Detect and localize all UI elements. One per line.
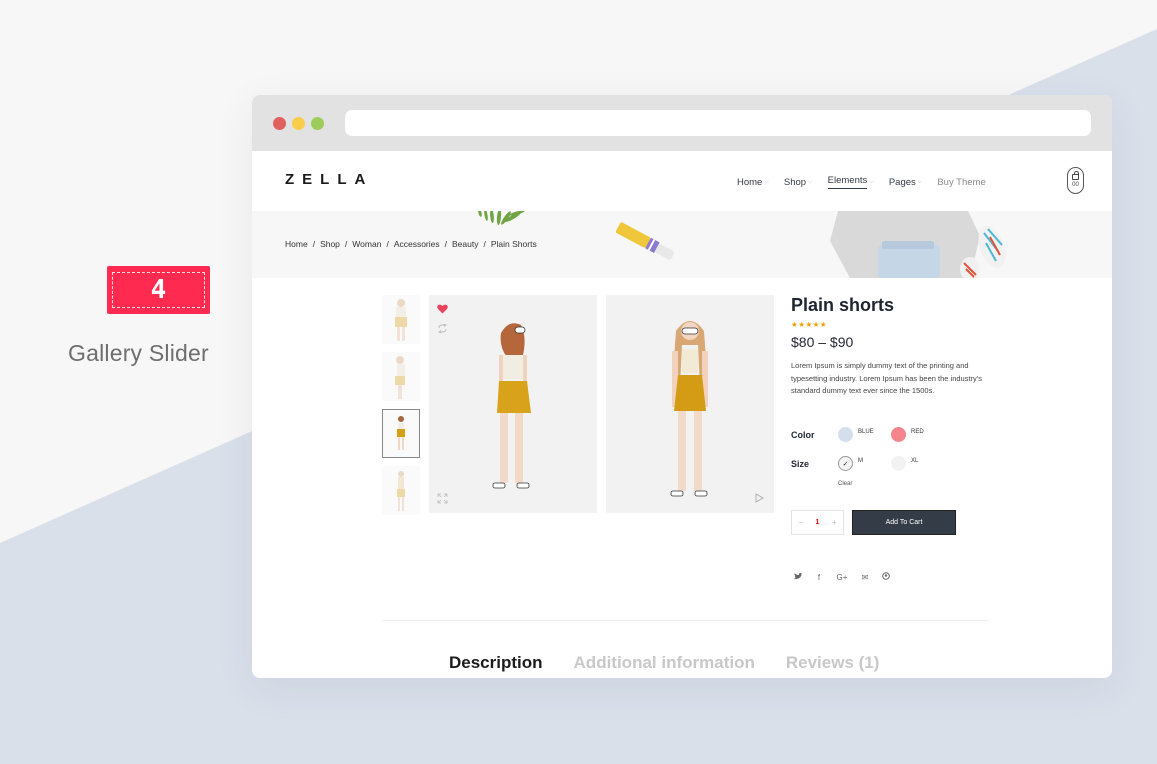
breadcrumb-current: Plain Shorts xyxy=(490,239,537,249)
nav-item-elements[interactable]: Elements ⌵ xyxy=(827,175,874,189)
quantity-input[interactable]: 1 xyxy=(816,519,820,526)
color-options: Color BLUE RED xyxy=(791,427,944,442)
site-header: ZELLA Home ⌵ Shop ⌵ Elements ⌵ Pages ⌵ Buy T… xyxy=(252,151,1112,211)
cart-count: 00 xyxy=(1072,181,1079,188)
model-front-photo xyxy=(670,321,708,497)
model-back-photo xyxy=(397,416,405,450)
heart-icon[interactable] xyxy=(437,304,448,314)
gallery-slide[interactable] xyxy=(429,295,597,513)
sneakers-decoration xyxy=(960,225,1006,278)
site-logo[interactable]: ZELLA xyxy=(285,171,373,188)
address-bar[interactable] xyxy=(345,110,1091,136)
product-price: $80 – $90 xyxy=(791,334,854,350)
tab-description[interactable]: Description xyxy=(449,653,543,673)
browser-window: ZELLA Home ⌵ Shop ⌵ Elements ⌵ Pages ⌵ Buy T… xyxy=(252,95,1112,678)
rating-stars: ★★★★★ xyxy=(791,320,828,329)
browser-chrome xyxy=(252,95,1112,151)
nav-item-buy-theme[interactable]: Buy Theme xyxy=(937,175,985,189)
cart-button[interactable]: 00 xyxy=(1067,167,1084,194)
google-plus-icon[interactable]: G+ xyxy=(835,573,849,582)
size-options: Size ✓ M XL xyxy=(791,456,944,471)
chevron-down-icon: ⌵ xyxy=(808,178,813,185)
breadcrumb-home[interactable]: Home xyxy=(285,239,308,249)
page-banner: Home / Shop / Woman / Accessories / Beauty / … xyxy=(252,211,1112,278)
feature-title: Gallery Slider xyxy=(68,340,209,366)
clear-selection-link[interactable]: Clear xyxy=(838,481,852,487)
color-label: Color xyxy=(791,429,815,440)
email-icon[interactable]: ✉ xyxy=(860,573,870,582)
nav-item-shop[interactable]: Shop ⌵ xyxy=(784,175,813,189)
color-swatch-blue[interactable] xyxy=(838,427,853,442)
close-window-dot[interactable] xyxy=(273,117,286,130)
twitter-icon[interactable] xyxy=(793,572,803,582)
gallery-slide[interactable] xyxy=(606,295,774,513)
compare-icon[interactable] xyxy=(437,324,448,333)
lipstick-tube-decoration xyxy=(615,222,675,260)
gallery-thumbnail[interactable] xyxy=(382,352,420,401)
tab-reviews[interactable]: Reviews (1) xyxy=(786,653,880,673)
size-name-xl: XL xyxy=(911,457,919,464)
leaf-decoration xyxy=(478,211,525,225)
chevron-down-icon: ⌵ xyxy=(764,178,769,185)
color-name-blue: BLUE xyxy=(858,428,874,435)
color-swatch-red[interactable] xyxy=(891,427,906,442)
main-nav: Home ⌵ Shop ⌵ Elements ⌵ Pages ⌵ Buy Theme xyxy=(737,175,1001,189)
feature-number: 4 xyxy=(150,275,167,305)
chevron-down-icon: ⌵ xyxy=(869,178,874,185)
decrease-quantity-button[interactable]: − xyxy=(798,518,803,527)
checkmark-icon: ✓ xyxy=(842,460,849,468)
social-share: f G+ ✉ xyxy=(793,572,891,582)
tab-additional-information[interactable]: Additional information xyxy=(574,653,755,673)
nav-item-pages[interactable]: Pages ⌵ xyxy=(889,175,923,189)
product-title: Plain shorts xyxy=(791,295,895,315)
chevron-down-icon: ⌵ xyxy=(917,178,923,185)
breadcrumb-accessories[interactable]: Accessories xyxy=(394,239,440,249)
jeans-decoration xyxy=(878,241,940,278)
pinterest-icon[interactable] xyxy=(881,572,891,582)
size-label: Size xyxy=(791,458,810,469)
maximize-window-dot[interactable] xyxy=(311,117,324,130)
model-front-photo xyxy=(395,299,407,341)
breadcrumb-beauty[interactable]: Beauty xyxy=(452,239,478,249)
facebook-icon[interactable]: f xyxy=(814,573,824,582)
color-name-red: RED xyxy=(911,428,924,435)
product-tabs: Description Additional information Revie… xyxy=(449,653,879,673)
breadcrumb-shop[interactable]: Shop xyxy=(320,239,340,249)
add-to-cart-button[interactable]: Add To Cart xyxy=(852,510,956,535)
gallery-thumbnail[interactable] xyxy=(382,295,420,344)
shopping-bag-icon xyxy=(1072,170,1079,180)
minimize-window-dot[interactable] xyxy=(292,117,305,130)
feature-number-badge: 4 xyxy=(107,266,210,314)
gallery-thumbnail-selected[interactable] xyxy=(382,409,420,458)
model-back-photo xyxy=(492,323,531,489)
breadcrumb-woman[interactable]: Woman xyxy=(352,239,381,249)
increase-quantity-button[interactable]: + xyxy=(832,518,837,527)
nav-item-home[interactable]: Home ⌵ xyxy=(737,175,769,189)
section-divider xyxy=(382,620,988,621)
product-description: Lorem Ipsum is simply dummy text of the … xyxy=(791,361,982,395)
size-option-m[interactable]: ✓ xyxy=(838,456,853,471)
gallery-thumbnails xyxy=(382,295,421,523)
quantity-stepper: − 1 + xyxy=(791,510,844,535)
play-icon[interactable] xyxy=(755,493,764,503)
breadcrumb: Home / Shop / Woman / Accessories / Beauty / … xyxy=(285,239,537,249)
gallery-thumbnail[interactable] xyxy=(382,466,420,515)
model-front-photo xyxy=(397,471,405,511)
expand-icon[interactable] xyxy=(437,493,448,504)
size-name-m: M xyxy=(858,457,863,464)
product-info: Plain shorts ★★★★★ $80 – $90 Lorem Ipsum… xyxy=(791,295,991,582)
size-option-xl[interactable] xyxy=(891,456,906,471)
model-side-photo xyxy=(395,356,405,399)
